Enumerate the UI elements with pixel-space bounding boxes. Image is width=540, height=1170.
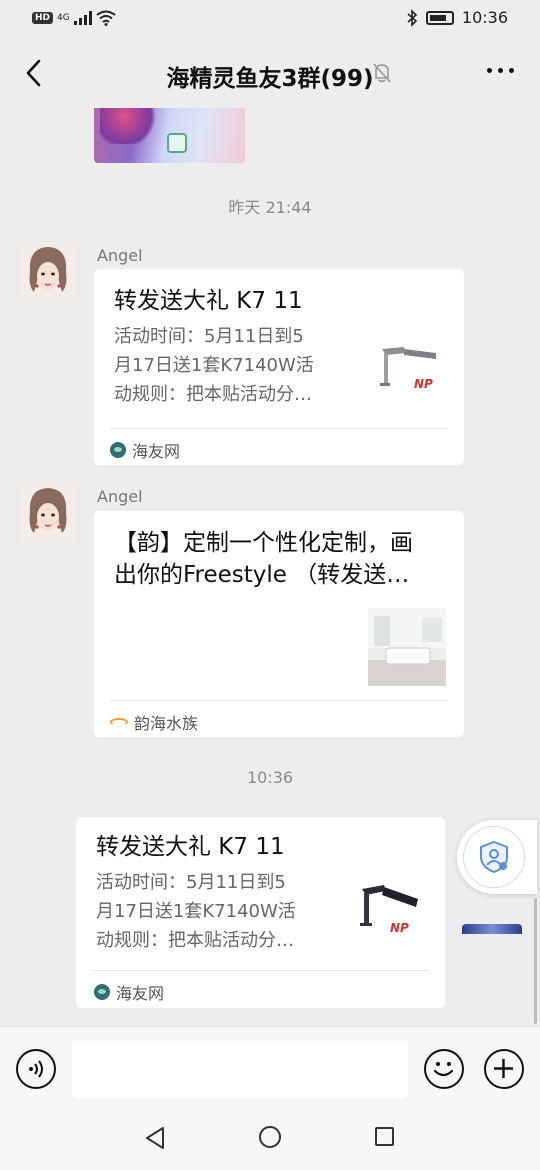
previous-image-message[interactable] xyxy=(94,108,245,163)
card-title: 转发送大礼 K7 11 xyxy=(114,288,303,314)
card-source: 韵海水族 xyxy=(110,710,198,734)
card-description-line: 活动时间：5月11日到5 xyxy=(114,326,304,347)
avatar[interactable] xyxy=(18,242,78,302)
image-decoration xyxy=(100,108,160,144)
more-dot xyxy=(487,68,492,73)
avatar-portrait-image xyxy=(18,483,78,543)
card-thumbnail: NP xyxy=(356,881,428,951)
card-source: 海友网 xyxy=(110,438,180,462)
emoji-button[interactable] xyxy=(424,1049,464,1089)
card-divider xyxy=(110,428,448,429)
clock: 10:36 xyxy=(461,8,508,27)
signal-icon xyxy=(73,11,92,25)
card-source: 海友网 xyxy=(94,980,164,1004)
card-title-line: 【韵】定制一个性化定制，画 xyxy=(114,530,413,556)
battery-icon xyxy=(425,10,454,25)
card-description-line: 月17日送1套K7140W活 xyxy=(96,900,296,922)
yunhai-logo-icon xyxy=(110,718,128,726)
nav-recent-icon[interactable] xyxy=(375,1127,394,1146)
plus-button[interactable] xyxy=(484,1049,524,1089)
card-divider xyxy=(92,970,429,971)
card-title-line: 出你的Freestyle （转发送… xyxy=(114,562,410,589)
scrollbar[interactable] xyxy=(534,898,537,1024)
sender-name: Angel xyxy=(97,487,143,506)
aquarium-light-image xyxy=(374,337,446,411)
haiyou-logo-icon xyxy=(110,442,126,458)
card-description: 活动时间：5月11日到5 月17日送1套K7140W活 动规则：把本贴活动分… xyxy=(96,869,336,955)
status-left: HD 4G xyxy=(32,10,116,26)
network-type: 4G xyxy=(57,13,70,23)
card-title: 转发送大礼 K7 11 xyxy=(96,834,285,860)
chat-header: 海精灵鱼友3群(99) xyxy=(0,40,540,108)
card-title: 【韵】定制一个性化定制，画 出你的Freestyle （转发送… xyxy=(114,527,454,591)
more-dot xyxy=(509,68,514,73)
sender-name: Angel xyxy=(97,246,143,265)
card-description-line: 动规则：把本贴活动分… xyxy=(96,929,294,951)
wifi-icon xyxy=(96,10,116,26)
card-description: 活动时间：5月11日到5 月17日送1套K7140W活 动规则：把本贴活动分… xyxy=(114,323,354,409)
voice-icon xyxy=(29,1060,43,1078)
card-description-line: 动规则：把本贴活动分… xyxy=(114,383,312,405)
status-right: 10:36 xyxy=(406,8,508,27)
group-title: 海精灵鱼友3群(99) xyxy=(166,66,374,92)
card-thumbnail: NP xyxy=(374,337,446,411)
thumbnail-caption: NP xyxy=(390,921,409,935)
card-divider xyxy=(110,700,448,701)
emoji-icon xyxy=(433,1062,454,1077)
link-card[interactable]: 转发送大礼 K7 11 活动时间：5月11日到5 月17日送1套K7140W活 … xyxy=(76,817,445,1008)
qr-code-image xyxy=(167,133,187,153)
chat-input-bar xyxy=(0,1026,540,1106)
room-interior-image xyxy=(368,608,446,686)
status-bar: HD 4G 10:36 xyxy=(0,0,540,40)
card-source-label: 海友网 xyxy=(116,984,165,1003)
card-description-line: 月17日送1套K7140W活 xyxy=(114,354,314,376)
floating-button-ring xyxy=(463,826,525,888)
plus-icon xyxy=(494,1059,513,1078)
my-avatar[interactable] xyxy=(462,924,522,934)
system-navigation-bar xyxy=(0,1106,540,1170)
more-dot xyxy=(498,68,503,73)
nav-home-icon[interactable] xyxy=(259,1126,281,1148)
shield-user-icon xyxy=(480,840,508,874)
message-input[interactable] xyxy=(72,1041,408,1099)
avatar[interactable] xyxy=(18,483,78,543)
card-source-label: 韵海水族 xyxy=(134,714,199,733)
more-button[interactable] xyxy=(487,68,514,73)
thumbnail-caption: NP xyxy=(414,377,433,391)
message-timestamp: 昨天 21:44 xyxy=(228,198,312,217)
nav-back-icon[interactable] xyxy=(144,1126,166,1150)
voice-button[interactable] xyxy=(16,1049,56,1089)
link-card[interactable]: 转发送大礼 K7 11 活动时间：5月11日到5 月17日送1套K7140W活 … xyxy=(94,269,464,465)
hd-badge: HD xyxy=(32,12,54,24)
message-timestamp: 10:36 xyxy=(246,768,294,787)
aquarium-light-image xyxy=(356,881,428,951)
floating-security-button[interactable] xyxy=(457,820,537,894)
link-card[interactable]: 【韵】定制一个性化定制，画 出你的Freestyle （转发送… 韵海水族 xyxy=(94,511,464,737)
mute-bell-icon xyxy=(373,63,391,83)
haiyou-logo-icon xyxy=(94,984,110,1000)
avatar-portrait-image xyxy=(18,242,78,302)
card-thumbnail xyxy=(368,608,446,686)
chat-message-list[interactable]: 昨天 21:44 Angel 转发送大礼 K7 11 活动时间：5月11日到5 … xyxy=(0,108,540,1026)
bluetooth-icon xyxy=(407,8,418,27)
card-source-label: 海友网 xyxy=(132,442,181,461)
card-description-line: 活动时间：5月11日到5 xyxy=(96,872,286,893)
